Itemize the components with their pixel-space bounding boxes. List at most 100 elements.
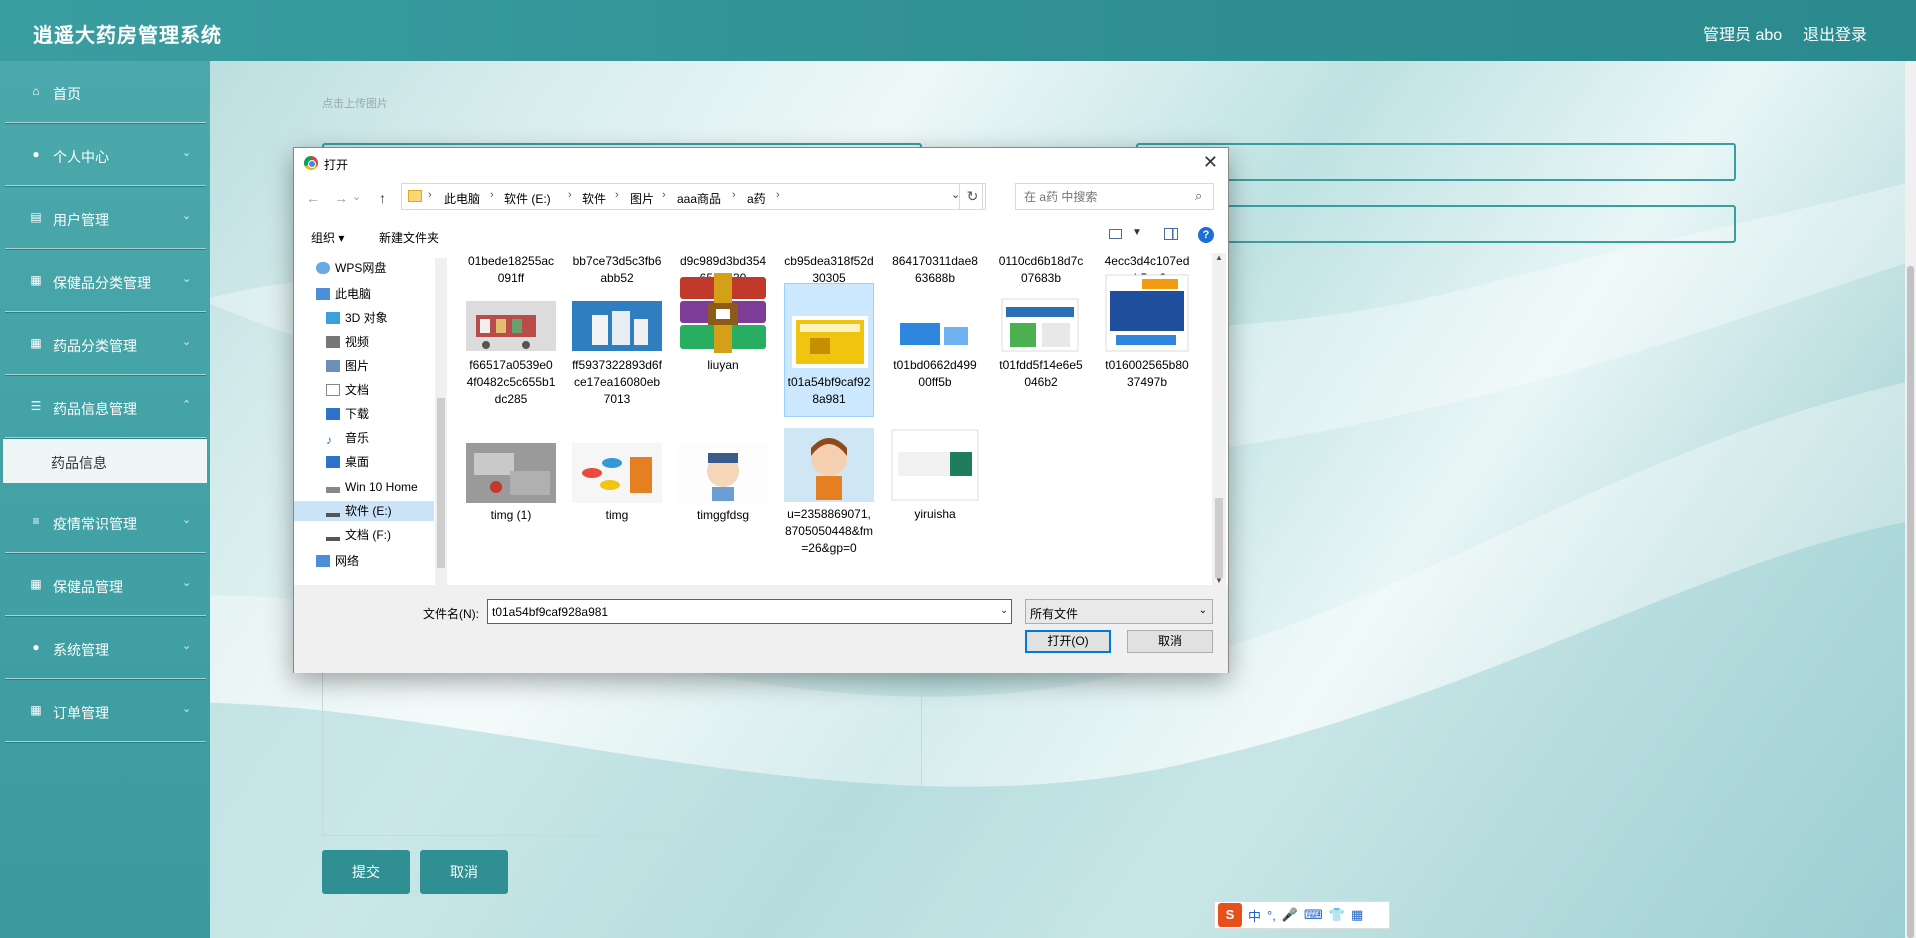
computer-icon xyxy=(316,288,330,300)
ime-mode[interactable]: 中 xyxy=(1248,906,1261,925)
up-icon[interactable]: ↑ xyxy=(379,190,386,206)
nav-item-drive-f[interactable]: 文档 (F:) xyxy=(326,525,391,545)
nav-item-videos[interactable]: 视频 xyxy=(326,332,369,352)
file-name: ff5937322893d6fce17ea16080eb7013 xyxy=(572,358,662,406)
bulb-icon: ● xyxy=(32,640,40,654)
recent-dropdown-icon[interactable]: ⌄ xyxy=(352,190,361,203)
nav-item-music[interactable]: ♪ 音乐 xyxy=(326,428,369,448)
file-item[interactable]: bb7ce73d5c3fb6abb52 xyxy=(572,253,662,287)
file-item[interactable]: t01bd0662d49900ff5b xyxy=(890,293,980,391)
sidebar-item-epidemic[interactable]: ≡ 疫情常识管理 ⌄ xyxy=(0,491,210,554)
filename-input[interactable] xyxy=(487,599,1012,624)
scrollbar-thumb[interactable] xyxy=(1907,266,1914,938)
scrollbar-thumb[interactable] xyxy=(437,398,445,568)
chevron-down-icon: ⌄ xyxy=(1198,605,1207,616)
sidebar-item-drug-info[interactable]: ☰ 药品信息管理 ⌃ xyxy=(0,376,210,439)
download-icon xyxy=(326,408,340,420)
file-item[interactable]: timggfdsg xyxy=(678,443,768,524)
file-list-scrollbar[interactable]: ▲ ▼ xyxy=(1212,253,1226,585)
breadcrumb-item[interactable]: 此电脑 xyxy=(444,190,480,207)
help-icon[interactable]: ? xyxy=(1198,227,1214,243)
chevron-down-icon[interactable]: ⌄ xyxy=(1000,605,1008,616)
nav-item-wps[interactable]: WPS网盘 xyxy=(316,258,386,278)
nav-item-this-pc[interactable]: 此电脑 xyxy=(316,284,371,304)
submenu-drug-info[interactable]: 药品信息 xyxy=(3,439,207,483)
sidebar-item-home[interactable]: ⌂ 首页 xyxy=(0,61,210,124)
view-dropdown-icon[interactable]: ▼ xyxy=(1132,227,1142,238)
file-item[interactable]: timg xyxy=(572,443,662,524)
sidebar-item-personal[interactable]: ● 个人中心 ⌄ xyxy=(0,124,210,187)
nav-item-pictures[interactable]: 图片 xyxy=(326,356,369,376)
organize-button[interactable]: 组织 ▾ xyxy=(311,229,344,246)
breadcrumb-item[interactable]: a药 xyxy=(747,190,766,207)
nav-item-3d[interactable]: 3D 对象 xyxy=(326,308,388,328)
nav-item-win10[interactable]: Win 10 Home xyxy=(326,477,418,497)
thumbnail-yellow-box xyxy=(792,316,868,368)
sidebar-item-drug-category[interactable]: ▦ 药品分类管理 ⌄ xyxy=(0,313,210,376)
nav-item-documents[interactable]: 文档 xyxy=(326,380,369,400)
file-item[interactable]: cb95dea318f52d30305 xyxy=(784,253,874,287)
scrollbar-thumb[interactable] xyxy=(1215,498,1223,578)
detail-textarea[interactable] xyxy=(322,660,922,836)
file-item[interactable]: t016002565b8037497b xyxy=(1102,274,1192,391)
refresh-icon[interactable]: ↻ xyxy=(959,183,986,210)
upload-hint[interactable]: 点击上传图片 xyxy=(322,95,388,111)
file-item[interactable]: 864170311dae863688b xyxy=(890,253,980,287)
new-folder-button[interactable]: 新建文件夹 xyxy=(379,229,439,246)
logout-link[interactable]: 退出登录 xyxy=(1803,21,1867,45)
page-scrollbar[interactable] xyxy=(1905,61,1916,938)
preview-pane-icon[interactable] xyxy=(1164,228,1178,240)
submit-button[interactable]: 提交 xyxy=(322,850,410,894)
breadcrumb-item[interactable]: 软件 (E:) xyxy=(504,190,551,207)
sidebar-item-orders[interactable]: ▦ 订单管理 ⌄ xyxy=(0,680,210,743)
nav-item-downloads[interactable]: 下载 xyxy=(326,404,369,424)
filetype-select[interactable]: 所有文件 ⌄ xyxy=(1025,599,1213,624)
ime-toolbar[interactable]: S 中 °, 🎤 ⌨ 👕 ▦ xyxy=(1214,901,1390,929)
skin-icon[interactable]: 👕 xyxy=(1329,907,1345,923)
microphone-icon[interactable]: 🎤 xyxy=(1282,907,1298,923)
open-button[interactable]: 打开(O) xyxy=(1025,630,1111,653)
sidebar-item-users[interactable]: ▤ 用户管理 ⌄ xyxy=(0,187,210,250)
scroll-down-icon[interactable]: ▼ xyxy=(1215,576,1223,585)
user-icon: ● xyxy=(32,147,40,161)
file-item[interactable]: timg (1) xyxy=(466,443,556,524)
toolbox-icon[interactable]: ▦ xyxy=(1351,907,1363,923)
breadcrumb-item[interactable]: 图片 xyxy=(630,190,654,207)
file-item[interactable]: u=2358869071,8705050448&fm=26&gp=0 xyxy=(784,428,874,557)
file-item[interactable]: yiruisha xyxy=(890,428,980,523)
thumbnail-winrar xyxy=(680,273,766,353)
dialog-cancel-button[interactable]: 取消 xyxy=(1127,630,1213,653)
breadcrumb-item[interactable]: aaa商品 xyxy=(677,190,721,207)
admin-label: 管理员 abo xyxy=(1703,27,1783,44)
file-item[interactable]: f66517a0539e04f0482c5c655b1dc285 xyxy=(466,293,556,408)
file-item[interactable]: t01fdd5f14e6e5046b2 xyxy=(996,293,1086,391)
picture-icon xyxy=(326,360,340,372)
nav-item-label: 3D 对象 xyxy=(345,311,388,325)
file-item[interactable]: 01bede18255ac091ff xyxy=(466,253,556,287)
scroll-up-icon[interactable]: ▲ xyxy=(1215,253,1223,262)
forward-icon[interactable]: → xyxy=(334,190,348,206)
cancel-button[interactable]: 取消 xyxy=(420,850,508,894)
dialog-title: 打开 xyxy=(324,158,349,172)
nav-item-drive-e[interactable]: 软件 (E:) xyxy=(294,501,434,521)
nav-item-network[interactable]: 网络 xyxy=(316,551,359,571)
file-item[interactable]: ff5937322893d6fce17ea16080eb7013 xyxy=(572,293,662,408)
nav-item-desktop[interactable]: 桌面 xyxy=(326,452,369,472)
sidebar-item-system[interactable]: ● 系统管理 ⌄ xyxy=(0,617,210,680)
close-icon[interactable]: ✕ xyxy=(1203,152,1218,173)
nav-item-label: 图片 xyxy=(345,359,370,373)
file-item[interactable]: 0110cd6b18d7c07683b xyxy=(996,253,1086,287)
address-bar[interactable]: › 此电脑 › 软件 (E:) › 软件 › 图片 › aaa商品 › a药 ›… xyxy=(401,183,983,210)
view-icon[interactable] xyxy=(1109,229,1122,239)
file-item[interactable]: liuyan xyxy=(678,273,768,374)
breadcrumb-item[interactable]: 软件 xyxy=(582,190,606,207)
sidebar-item-health-category[interactable]: ▦ 保健品分类管理 ⌄ xyxy=(0,250,210,313)
file-name: 0110cd6b18d7c07683b xyxy=(998,254,1084,285)
file-item-selected[interactable]: t01a54bf9caf928a981 xyxy=(784,283,874,417)
search-input[interactable] xyxy=(1015,183,1214,210)
nav-item-label: 文档 xyxy=(345,383,370,397)
punctuation-icon[interactable]: °, xyxy=(1267,908,1276,923)
sidebar-item-health-products[interactable]: ▦ 保健品管理 ⌄ xyxy=(0,554,210,617)
keyboard-icon[interactable]: ⌨ xyxy=(1304,907,1323,923)
back-icon[interactable]: ← xyxy=(306,190,320,206)
